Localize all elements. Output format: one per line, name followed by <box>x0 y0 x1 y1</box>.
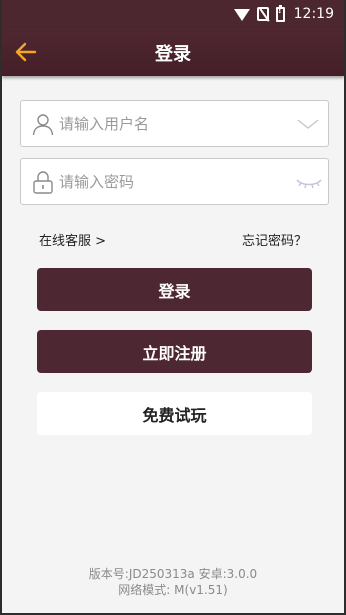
no-sim-icon <box>256 7 269 21</box>
lock-icon <box>31 170 55 194</box>
password-input[interactable] <box>59 159 279 204</box>
register-button[interactable]: 立即注册 <box>37 330 312 373</box>
status-time: 12:19 <box>293 6 334 22</box>
user-icon <box>31 112 55 136</box>
version-info: 版本号:JD250313a 安卓:3.0.0 网络模式: M(v1.51) <box>2 566 344 598</box>
username-field <box>20 100 329 147</box>
helper-links: 在线客服 > 忘记密码？ <box>39 230 307 250</box>
wifi-icon <box>233 9 250 21</box>
app-header: 登录 <box>2 28 344 76</box>
battery-alert-icon <box>275 4 285 22</box>
free-trial-button[interactable]: 免费试玩 <box>37 392 312 435</box>
chevron-down-icon[interactable] <box>296 113 320 135</box>
online-support-link[interactable]: 在线客服 > <box>39 230 106 249</box>
page-title: 登录 <box>155 44 191 65</box>
network-mode-text: 网络模式: M(v1.51) <box>118 583 228 597</box>
eye-closed-icon[interactable] <box>296 171 322 193</box>
username-input[interactable] <box>59 101 279 146</box>
login-button[interactable]: 登录 <box>37 268 312 311</box>
status-icons: 12:19 <box>233 4 334 24</box>
forgot-password-link[interactable]: 忘记密码？ <box>242 230 307 249</box>
password-field <box>20 158 329 205</box>
status-bar: 12:19 <box>2 0 344 28</box>
app-screen: 12:19 登录 <box>0 0 346 615</box>
version-text: 版本号:JD250313a 安卓:3.0.0 <box>88 567 258 581</box>
